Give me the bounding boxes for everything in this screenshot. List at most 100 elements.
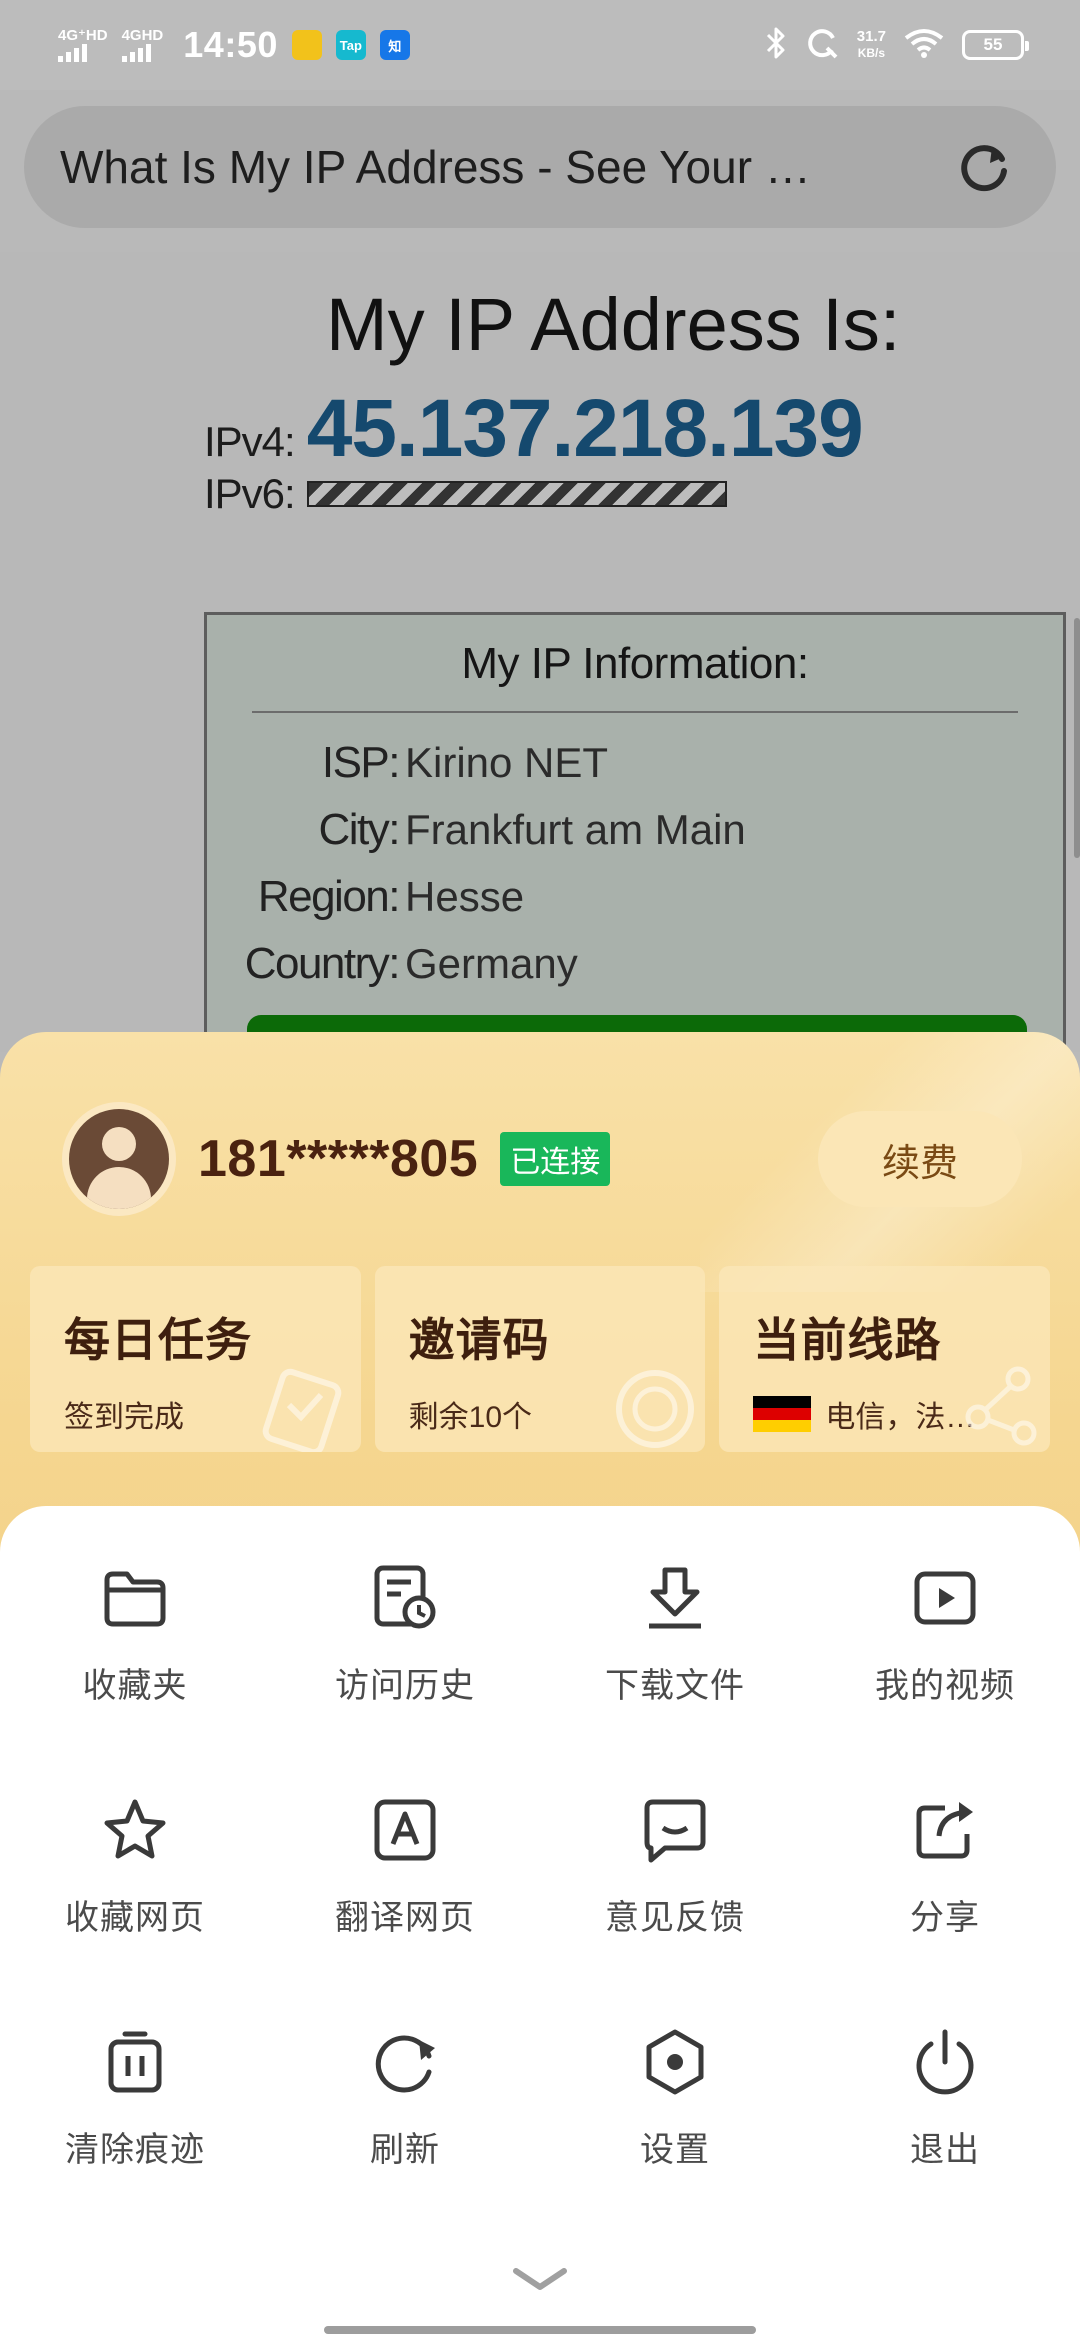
reload-button[interactable] [954,137,1014,197]
signal-2-label: 4GHD [121,27,164,44]
signal-1: 4G⁺HD [58,28,108,62]
ipv4-value: 45.137.218.139 [306,383,864,474]
feedback-icon [637,1792,713,1868]
network-speed: 31.7 KB/s [857,29,886,61]
menu-label: 意见反馈 [605,1899,745,1937]
page-scrollbar[interactable] [1074,618,1080,858]
address-bar[interactable]: What Is My IP Address - See Your … [24,106,1056,228]
avatar[interactable] [62,1102,176,1216]
menu-bookmarks[interactable]: 收藏夹 [0,1550,270,1782]
trash-icon [97,2024,173,2100]
ip-info-box: My IP Information: ISP: Kirino NET City:… [204,612,1066,1075]
download-icon [637,1560,713,1636]
history-icon [367,1560,443,1636]
app-yellow-icon [291,30,322,60]
user-icon [69,1109,169,1209]
speed-unit: KB/s [857,46,886,60]
status-badge: 已连接 [500,1132,611,1186]
card-current-route[interactable]: 当前线路 电信，法… [719,1266,1051,1452]
reload-icon [961,145,1007,192]
menu-refresh[interactable]: 刷新 [270,2014,540,2246]
info-key: City: [318,804,401,854]
info-value: Hesse [405,872,525,920]
web-content: My IP Address Is: IPv4: 45.137.218.139 I… [0,252,1080,1075]
chevron-down-icon [513,2268,567,2290]
collapse-button[interactable] [510,2260,570,2300]
menu-label: 我的视频 [875,1667,1015,1705]
share-icon [907,1792,983,1868]
taptap-icon: Tap [335,30,366,60]
card-subtitle-text: 签到完成 [64,1401,184,1434]
menu-history[interactable]: 访问历史 [270,1550,540,1782]
ip-heading: My IP Address Is: [326,283,901,366]
battery-icon: 55 [962,30,1029,60]
menu-share[interactable]: 分享 [810,1782,1080,2014]
menu-label: 下载文件 [605,1667,745,1705]
speed-value: 31.7 [856,28,886,45]
renew-button[interactable]: 续费 [818,1111,1022,1207]
card-daily-task[interactable]: 每日任务 签到完成 [30,1266,361,1452]
status-bar: 4G⁺HD 4GHD 14:50 Tap 知 31.7 KB/s 55 [0,0,1080,90]
menu-downloads[interactable]: 下载文件 [540,1550,810,1782]
star-icon [97,1792,173,1868]
coin-icon [603,1357,699,1452]
info-row-country: Country: Germany [207,930,1063,997]
menu-label: 收藏网页 [65,1899,205,1937]
menu-grid: 收藏夹 访问历史 下载文件 我的视频 收藏网页 翻译网页 意见反馈 分享 清除痕… [0,1550,1080,2246]
user-row: 181*****805 已连接 续费 [62,1100,1022,1218]
translate-icon [367,1792,443,1868]
info-key: ISP: [321,737,401,787]
settings-icon [637,2024,713,2100]
menu-label: 翻译网页 [335,1899,475,1937]
feature-cards: 每日任务 签到完成 邀请码 剩余10个 当前线路 电信，法… [30,1266,1051,1452]
bluetooth-icon [765,26,787,65]
ipv4-label: IPv4: [204,418,296,465]
zhihu-icon: 知 [379,30,410,60]
info-key: Country: [244,938,401,988]
ipv4-row: IPv4: 45.137.218.139 [204,382,864,476]
username: 181*****805 [198,1130,479,1188]
info-value: Germany [405,939,578,987]
info-key: Region: [257,871,401,921]
refresh-icon [367,2024,443,2100]
folder-icon [97,1560,173,1636]
menu-label: 清除痕迹 [65,2131,205,2169]
signal-bars-icon [121,44,151,62]
card-subtitle-text: 剩余10个 [408,1401,533,1434]
menu-label: 访问历史 [335,1667,475,1705]
card-invite-code[interactable]: 邀请码 剩余10个 [374,1266,706,1452]
clipboard-icon [259,1357,355,1452]
divider [252,711,1018,713]
menu-label: 收藏夹 [82,1667,188,1705]
status-right: 31.7 KB/s 55 [765,26,1029,65]
menu-feedback[interactable]: 意见反馈 [540,1782,810,2014]
germany-flag-icon [753,1396,812,1432]
menu-panel: 收藏夹 访问历史 下载文件 我的视频 收藏网页 翻译网页 意见反馈 分享 清除痕… [0,1506,1080,2340]
sync-icon [805,26,839,65]
info-value: Frankfurt am Main [405,805,746,853]
info-rows: ISP: Kirino NET City: Frankfurt am Main … [207,729,1063,997]
signal-2: 4GHD [121,27,164,62]
menu-label: 退出 [910,2131,980,2169]
menu-translate[interactable]: 翻译网页 [270,1782,540,2014]
home-indicator[interactable] [324,2326,756,2334]
menu-settings[interactable]: 设置 [540,2014,810,2246]
signal-1-label: 4G⁺HD [58,27,108,44]
menu-exit[interactable]: 退出 [810,2014,1080,2246]
battery-level: 55 [983,35,1003,54]
menu-bookmark-page[interactable]: 收藏网页 [0,1782,270,2014]
menu-clear-history[interactable]: 清除痕迹 [0,2014,270,2246]
network-icon [948,1357,1044,1452]
wifi-icon [904,28,944,63]
ipv6-label: IPv6: [204,470,296,517]
ipv6-loading-bar [306,481,727,507]
info-title: My IP Information: [461,639,809,688]
clock: 14:50 [183,24,278,65]
menu-label: 分享 [910,1899,980,1937]
video-icon [907,1560,983,1636]
menu-videos[interactable]: 我的视频 [810,1550,1080,1782]
info-row-isp: ISP: Kirino NET [207,729,1063,796]
info-row-region: Region: Hesse [207,863,1063,930]
page-title[interactable]: What Is My IP Address - See Your … [60,140,954,194]
menu-label: 设置 [640,2131,710,2169]
